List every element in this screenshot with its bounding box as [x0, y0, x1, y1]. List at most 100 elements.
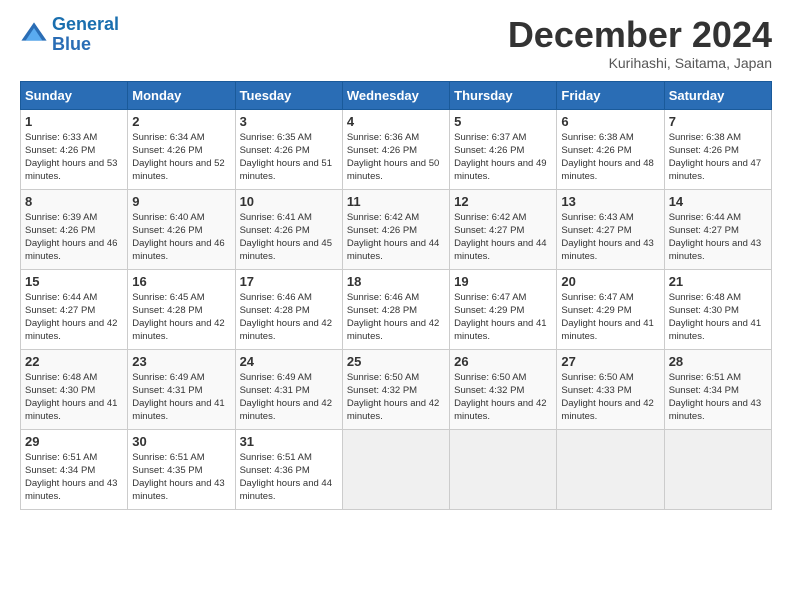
day-number: 21 — [669, 274, 767, 289]
day-info: Sunrise: 6:33 AMSunset: 4:26 PMDaylight … — [25, 131, 123, 184]
list-item: 12 Sunrise: 6:42 AMSunset: 4:27 PMDaylig… — [450, 189, 557, 269]
list-item: 30 Sunrise: 6:51 AMSunset: 4:35 PMDaylig… — [128, 429, 235, 509]
day-info: Sunrise: 6:36 AMSunset: 4:26 PMDaylight … — [347, 131, 445, 184]
day-info: Sunrise: 6:51 AMSunset: 4:34 PMDaylight … — [669, 371, 767, 424]
day-info: Sunrise: 6:43 AMSunset: 4:27 PMDaylight … — [561, 211, 659, 264]
day-number: 25 — [347, 354, 445, 369]
table-row: 8 Sunrise: 6:39 AMSunset: 4:26 PMDayligh… — [21, 189, 772, 269]
table-row: 1 Sunrise: 6:33 AMSunset: 4:26 PMDayligh… — [21, 109, 772, 189]
list-item: 26 Sunrise: 6:50 AMSunset: 4:32 PMDaylig… — [450, 349, 557, 429]
day-number: 14 — [669, 194, 767, 209]
day-number: 4 — [347, 114, 445, 129]
day-number: 26 — [454, 354, 552, 369]
day-info: Sunrise: 6:41 AMSunset: 4:26 PMDaylight … — [240, 211, 338, 264]
day-number: 6 — [561, 114, 659, 129]
day-number: 31 — [240, 434, 338, 449]
header: General Blue December 2024 Kurihashi, Sa… — [20, 15, 772, 71]
list-item: 11 Sunrise: 6:42 AMSunset: 4:26 PMDaylig… — [342, 189, 449, 269]
list-item: 5 Sunrise: 6:37 AMSunset: 4:26 PMDayligh… — [450, 109, 557, 189]
day-info: Sunrise: 6:42 AMSunset: 4:27 PMDaylight … — [454, 211, 552, 264]
day-info: Sunrise: 6:46 AMSunset: 4:28 PMDaylight … — [347, 291, 445, 344]
day-number: 13 — [561, 194, 659, 209]
day-number: 19 — [454, 274, 552, 289]
list-item: 19 Sunrise: 6:47 AMSunset: 4:29 PMDaylig… — [450, 269, 557, 349]
empty-cell — [450, 429, 557, 509]
list-item: 31 Sunrise: 6:51 AMSunset: 4:36 PMDaylig… — [235, 429, 342, 509]
day-number: 29 — [25, 434, 123, 449]
day-number: 3 — [240, 114, 338, 129]
list-item: 23 Sunrise: 6:49 AMSunset: 4:31 PMDaylig… — [128, 349, 235, 429]
day-info: Sunrise: 6:49 AMSunset: 4:31 PMDaylight … — [240, 371, 338, 424]
title-block: December 2024 Kurihashi, Saitama, Japan — [508, 15, 772, 71]
list-item: 8 Sunrise: 6:39 AMSunset: 4:26 PMDayligh… — [21, 189, 128, 269]
header-saturday: Saturday — [664, 81, 771, 109]
list-item: 25 Sunrise: 6:50 AMSunset: 4:32 PMDaylig… — [342, 349, 449, 429]
logo: General Blue — [20, 15, 119, 55]
list-item: 21 Sunrise: 6:48 AMSunset: 4:30 PMDaylig… — [664, 269, 771, 349]
header-wednesday: Wednesday — [342, 81, 449, 109]
day-info: Sunrise: 6:51 AMSunset: 4:34 PMDaylight … — [25, 451, 123, 504]
empty-cell — [342, 429, 449, 509]
day-number: 7 — [669, 114, 767, 129]
day-info: Sunrise: 6:44 AMSunset: 4:27 PMDaylight … — [25, 291, 123, 344]
list-item: 20 Sunrise: 6:47 AMSunset: 4:29 PMDaylig… — [557, 269, 664, 349]
day-number: 15 — [25, 274, 123, 289]
day-number: 16 — [132, 274, 230, 289]
calendar-header-row: Sunday Monday Tuesday Wednesday Thursday… — [21, 81, 772, 109]
list-item: 10 Sunrise: 6:41 AMSunset: 4:26 PMDaylig… — [235, 189, 342, 269]
day-info: Sunrise: 6:50 AMSunset: 4:32 PMDaylight … — [347, 371, 445, 424]
header-monday: Monday — [128, 81, 235, 109]
header-sunday: Sunday — [21, 81, 128, 109]
day-number: 20 — [561, 274, 659, 289]
day-info: Sunrise: 6:37 AMSunset: 4:26 PMDaylight … — [454, 131, 552, 184]
logo-text: General Blue — [52, 15, 119, 55]
list-item: 2 Sunrise: 6:34 AMSunset: 4:26 PMDayligh… — [128, 109, 235, 189]
page-container: General Blue December 2024 Kurihashi, Sa… — [0, 0, 792, 520]
day-number: 17 — [240, 274, 338, 289]
logo-blue: Blue — [52, 34, 91, 54]
day-info: Sunrise: 6:48 AMSunset: 4:30 PMDaylight … — [25, 371, 123, 424]
day-info: Sunrise: 6:42 AMSunset: 4:26 PMDaylight … — [347, 211, 445, 264]
day-info: Sunrise: 6:50 AMSunset: 4:32 PMDaylight … — [454, 371, 552, 424]
day-number: 27 — [561, 354, 659, 369]
table-row: 29 Sunrise: 6:51 AMSunset: 4:34 PMDaylig… — [21, 429, 772, 509]
day-info: Sunrise: 6:51 AMSunset: 4:35 PMDaylight … — [132, 451, 230, 504]
list-item: 22 Sunrise: 6:48 AMSunset: 4:30 PMDaylig… — [21, 349, 128, 429]
list-item: 9 Sunrise: 6:40 AMSunset: 4:26 PMDayligh… — [128, 189, 235, 269]
empty-cell — [557, 429, 664, 509]
list-item: 17 Sunrise: 6:46 AMSunset: 4:28 PMDaylig… — [235, 269, 342, 349]
day-info: Sunrise: 6:48 AMSunset: 4:30 PMDaylight … — [669, 291, 767, 344]
list-item: 27 Sunrise: 6:50 AMSunset: 4:33 PMDaylig… — [557, 349, 664, 429]
list-item: 14 Sunrise: 6:44 AMSunset: 4:27 PMDaylig… — [664, 189, 771, 269]
empty-cell — [664, 429, 771, 509]
list-item: 15 Sunrise: 6:44 AMSunset: 4:27 PMDaylig… — [21, 269, 128, 349]
day-number: 24 — [240, 354, 338, 369]
day-number: 30 — [132, 434, 230, 449]
day-number: 22 — [25, 354, 123, 369]
table-row: 22 Sunrise: 6:48 AMSunset: 4:30 PMDaylig… — [21, 349, 772, 429]
list-item: 16 Sunrise: 6:45 AMSunset: 4:28 PMDaylig… — [128, 269, 235, 349]
day-info: Sunrise: 6:49 AMSunset: 4:31 PMDaylight … — [132, 371, 230, 424]
list-item: 24 Sunrise: 6:49 AMSunset: 4:31 PMDaylig… — [235, 349, 342, 429]
day-info: Sunrise: 6:35 AMSunset: 4:26 PMDaylight … — [240, 131, 338, 184]
day-info: Sunrise: 6:46 AMSunset: 4:28 PMDaylight … — [240, 291, 338, 344]
header-thursday: Thursday — [450, 81, 557, 109]
list-item: 1 Sunrise: 6:33 AMSunset: 4:26 PMDayligh… — [21, 109, 128, 189]
day-number: 28 — [669, 354, 767, 369]
list-item: 18 Sunrise: 6:46 AMSunset: 4:28 PMDaylig… — [342, 269, 449, 349]
day-number: 23 — [132, 354, 230, 369]
month-title: December 2024 — [508, 15, 772, 55]
logo-general: General — [52, 14, 119, 34]
calendar-table: Sunday Monday Tuesday Wednesday Thursday… — [20, 81, 772, 510]
day-info: Sunrise: 6:44 AMSunset: 4:27 PMDaylight … — [669, 211, 767, 264]
location-subtitle: Kurihashi, Saitama, Japan — [508, 55, 772, 71]
day-number: 18 — [347, 274, 445, 289]
logo-icon — [20, 21, 48, 49]
day-info: Sunrise: 6:39 AMSunset: 4:26 PMDaylight … — [25, 211, 123, 264]
day-info: Sunrise: 6:51 AMSunset: 4:36 PMDaylight … — [240, 451, 338, 504]
day-info: Sunrise: 6:47 AMSunset: 4:29 PMDaylight … — [454, 291, 552, 344]
day-info: Sunrise: 6:40 AMSunset: 4:26 PMDaylight … — [132, 211, 230, 264]
day-info: Sunrise: 6:47 AMSunset: 4:29 PMDaylight … — [561, 291, 659, 344]
list-item: 3 Sunrise: 6:35 AMSunset: 4:26 PMDayligh… — [235, 109, 342, 189]
list-item: 29 Sunrise: 6:51 AMSunset: 4:34 PMDaylig… — [21, 429, 128, 509]
